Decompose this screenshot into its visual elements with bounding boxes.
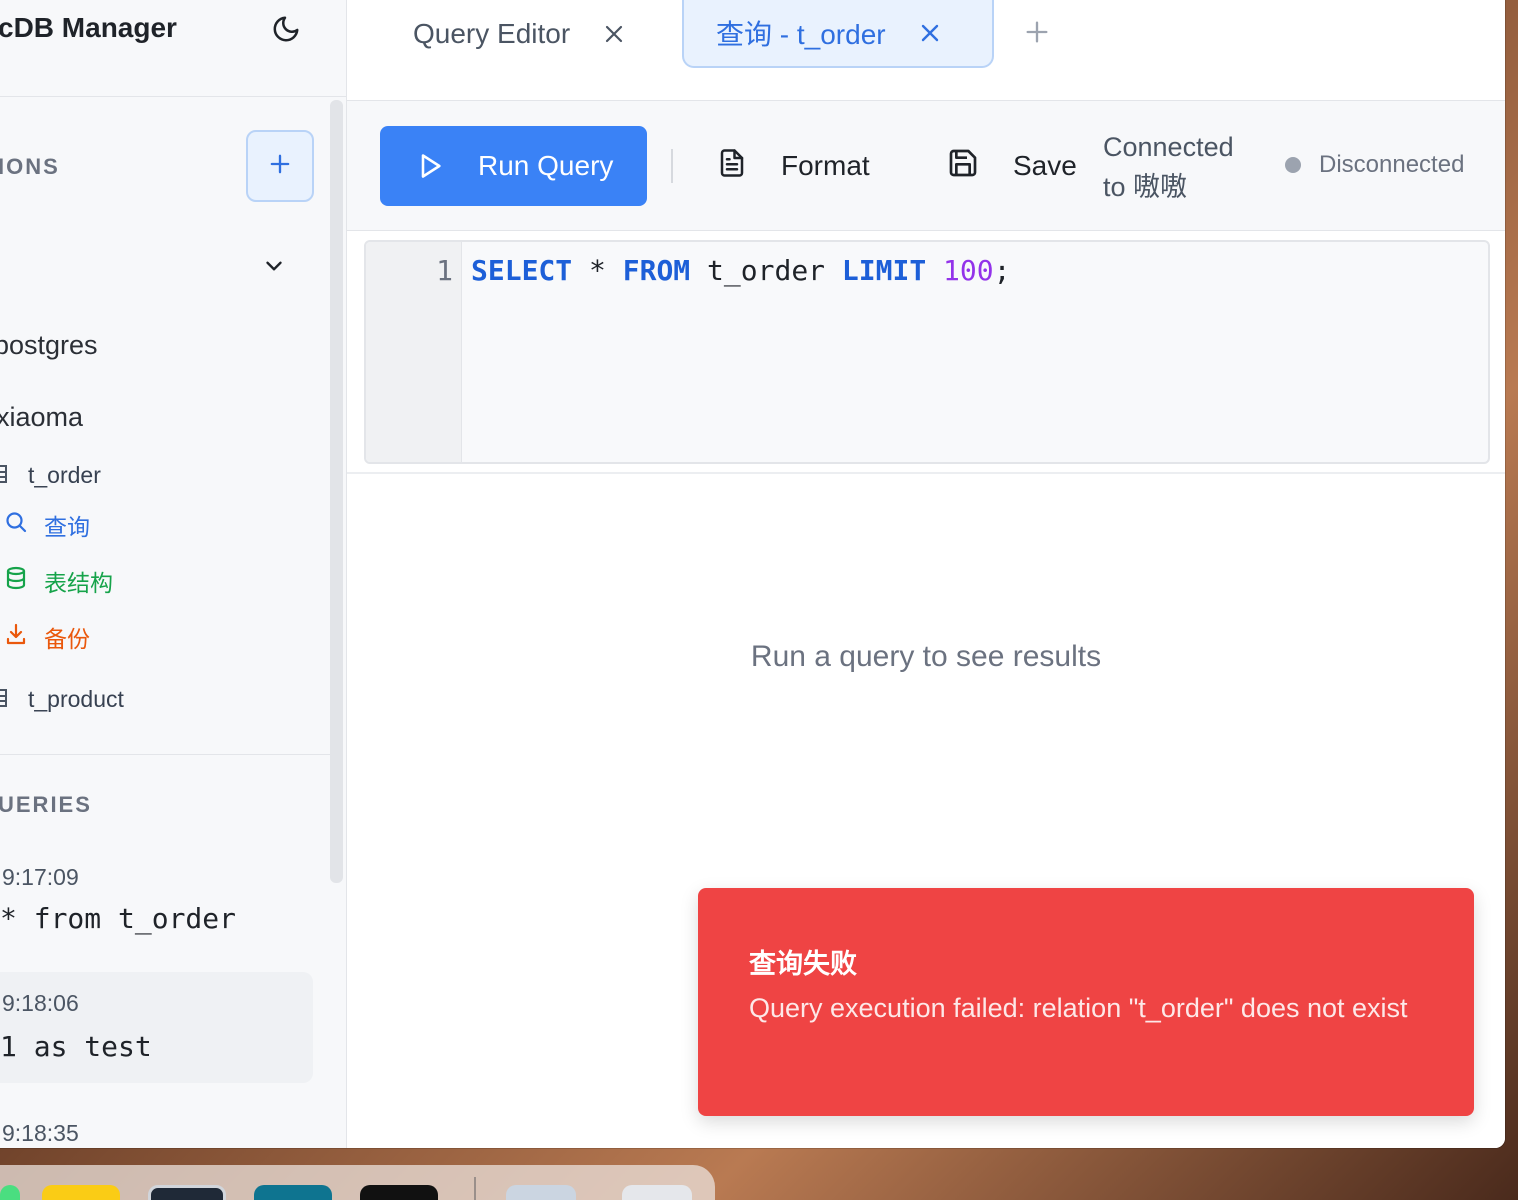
dock-app-icon[interactable]	[254, 1185, 332, 1200]
save-icon	[947, 147, 979, 186]
dock-separator	[474, 1177, 476, 1200]
sql-token: *	[572, 254, 623, 287]
database-icon	[4, 566, 28, 590]
history-time: 9:17:09	[2, 864, 79, 890]
dock-file-icon[interactable]	[506, 1185, 576, 1200]
dock-notes-icon[interactable]	[42, 1185, 120, 1200]
sql-token: t_order	[690, 254, 842, 287]
table-action-backup[interactable]: 备份	[44, 620, 90, 654]
toolbar: Run Query Format Save Connected to 嗷嗷 Di…	[347, 101, 1505, 231]
dock-terminal-icon[interactable]	[148, 1185, 226, 1200]
moon-icon[interactable]	[268, 11, 304, 47]
tab-label: Query Editor	[413, 18, 571, 49]
error-toast[interactable]: 查询失败 Query execution failed: relation "t…	[698, 888, 1474, 1116]
line-number: 1	[436, 254, 453, 287]
plus-icon	[266, 150, 294, 183]
table-action-query[interactable]: 查询	[44, 508, 90, 542]
table-icon	[0, 687, 12, 709]
database-item-xiaoma[interactable]: xiaoma	[0, 402, 83, 433]
editor-results-divider[interactable]	[347, 472, 1505, 474]
dock-app-icon[interactable]	[0, 1185, 20, 1200]
sidebar: cDB Manager IONS postgres xiaoma t_order…	[0, 0, 347, 1148]
connections-section-title: IONS	[0, 154, 60, 179]
dock	[0, 1165, 715, 1200]
history-item[interactable]: 9:18:06 1 as test	[0, 972, 313, 1083]
sidebar-scrollbar[interactable]	[330, 100, 343, 883]
toolbar-separator	[671, 149, 673, 183]
close-icon[interactable]	[602, 22, 626, 46]
results-empty-message: Run a query to see results	[750, 640, 1102, 673]
search-icon	[4, 510, 28, 534]
status-dot	[1285, 157, 1301, 173]
tab-query-t-order[interactable]: 查询 - t_order	[682, 0, 994, 68]
history-time: 9:18:35	[2, 1120, 79, 1146]
new-tab-plus-icon[interactable]	[1019, 14, 1055, 50]
toast-message: Query execution failed: relation "t_orde…	[749, 993, 1408, 1023]
sql-number: 100	[943, 254, 994, 287]
add-connection-button[interactable]	[246, 130, 314, 202]
play-icon	[416, 152, 444, 180]
sql-keyword: LIMIT	[841, 254, 927, 287]
code-line[interactable]: SELECT * FROM t_order LIMIT 100;	[471, 254, 1010, 287]
sql-keyword: SELECT	[471, 254, 573, 287]
close-icon[interactable]	[918, 21, 942, 45]
file-text-icon	[717, 148, 747, 185]
sql-keyword: FROM	[622, 254, 691, 287]
save-label: Save	[1013, 150, 1077, 181]
connection-label: Connected to 嗷嗷	[1103, 132, 1234, 202]
history-sql: * from t_order	[0, 902, 237, 935]
sidebar-divider	[0, 754, 330, 755]
history-sql: 1 as test	[0, 1030, 152, 1063]
queries-section-title: UERIES	[0, 792, 92, 817]
dock-trash-icon[interactable]	[622, 1185, 692, 1200]
history-time: 9:18:06	[2, 990, 79, 1016]
sql-editor[interactable]: 1 SELECT * FROM t_order LIMIT 100;	[364, 240, 1490, 464]
save-button[interactable]: Save	[947, 126, 1087, 206]
format-label: Format	[781, 150, 870, 181]
chevron-down-icon[interactable]	[258, 250, 290, 282]
app-title: cDB Manager	[0, 12, 177, 43]
toast-title: 查询失败	[749, 949, 857, 979]
status-label: Disconnected	[1319, 151, 1465, 178]
dock-app-icon[interactable]	[360, 1185, 438, 1200]
database-item-postgres[interactable]: postgres	[0, 330, 98, 361]
download-icon	[4, 622, 28, 646]
run-query-button[interactable]: Run Query	[380, 126, 647, 206]
table-action-structure[interactable]: 表结构	[44, 564, 113, 598]
tab-label: 查询 - t_order	[716, 19, 886, 50]
table-item-t-order[interactable]: t_order	[28, 462, 101, 489]
tab-bar: Query Editor 查询 - t_order	[347, 0, 1505, 101]
table-icon	[0, 463, 12, 485]
history-item[interactable]: 9:17:09 * from t_order	[0, 846, 313, 956]
editor-gutter: 1	[366, 242, 462, 462]
format-button[interactable]: Format	[717, 126, 907, 206]
sidebar-header: cDB Manager	[0, 0, 346, 97]
tab-query-editor[interactable]: Query Editor	[395, 0, 645, 68]
run-query-label: Run Query	[478, 150, 614, 181]
history-item[interactable]: 9:18:35	[0, 1100, 313, 1148]
sql-token: ;	[993, 254, 1011, 287]
app-window: cDB Manager IONS postgres xiaoma t_order…	[0, 0, 1505, 1148]
connection-status: Disconnected	[1285, 151, 1464, 179]
table-item-t-product[interactable]: t_product	[28, 686, 124, 713]
